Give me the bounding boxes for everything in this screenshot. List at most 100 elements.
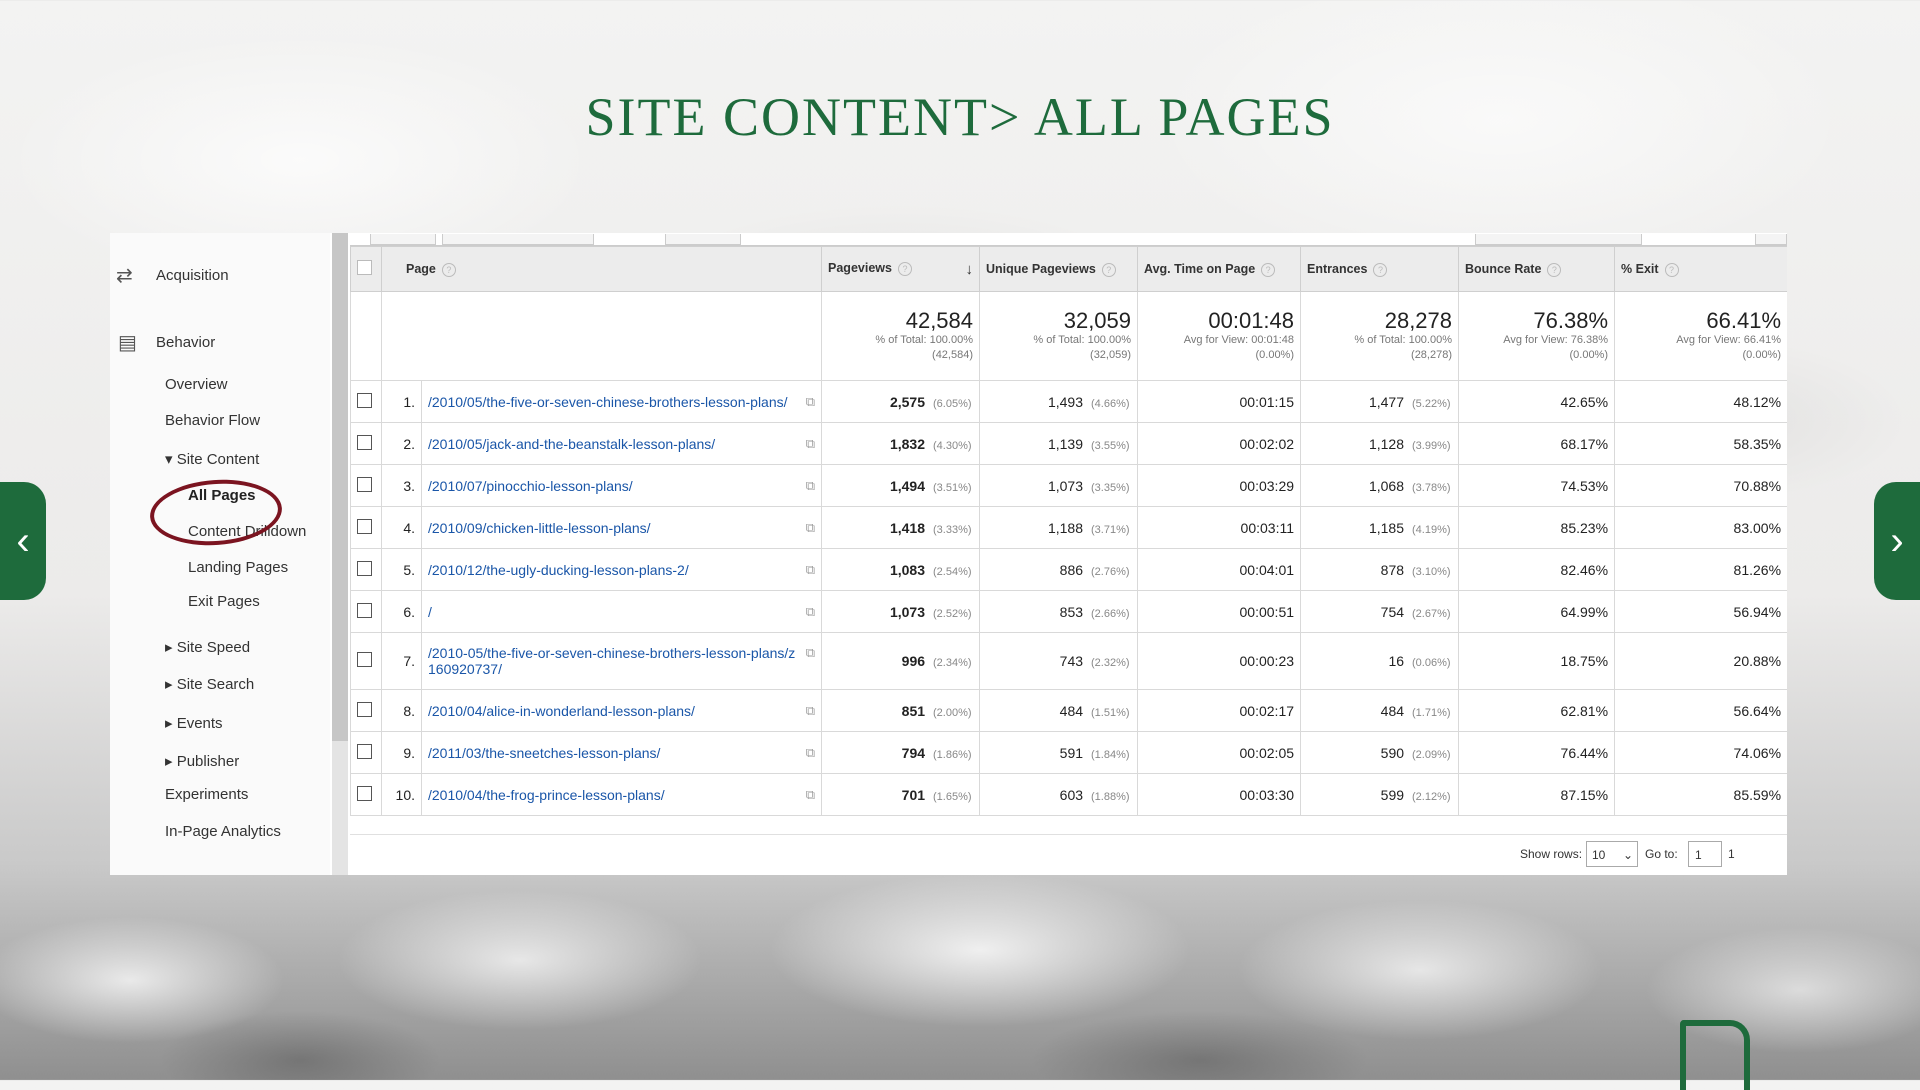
sidebar-item-events[interactable]: ▸ Events: [165, 714, 223, 732]
avg-time-cell: 00:02:05: [1137, 731, 1302, 774]
goto-input[interactable]: 1: [1688, 841, 1722, 867]
col-header-exit[interactable]: % Exit?: [1614, 246, 1787, 292]
pageviews-value: 1,832: [889, 435, 926, 452]
toolbar-stub: [442, 234, 594, 245]
external-link-icon[interactable]: ⧉: [806, 478, 815, 494]
external-link-icon[interactable]: ⧉: [806, 745, 815, 761]
row-checkbox-cell[interactable]: [350, 632, 382, 690]
sidebar-item-site-search[interactable]: ▸ Site Search: [165, 675, 254, 693]
help-icon[interactable]: ?: [1664, 262, 1679, 277]
external-link-icon[interactable]: ⧉: [806, 787, 815, 803]
sidebar-scrollbar[interactable]: [332, 233, 348, 875]
external-link-icon[interactable]: ⧉: [806, 436, 815, 452]
external-link-icon[interactable]: ⧉: [806, 520, 815, 536]
row-checkbox-cell[interactable]: [350, 548, 382, 591]
publisher-label: Publisher: [176, 753, 240, 770]
row-checkbox[interactable]: [357, 785, 372, 801]
entrances-cell: 1,128 (3.99%): [1300, 422, 1460, 465]
avg-time-cell: 00:00:51: [1137, 590, 1302, 633]
page-link[interactable]: /2010/05/jack-and-the-beanstalk-lesson-p…: [428, 436, 715, 452]
row-checkbox[interactable]: [357, 392, 372, 408]
page-link[interactable]: /2011/03/the-sneetches-lesson-plans/: [428, 745, 660, 761]
prev-slide-button[interactable]: ‹: [0, 482, 46, 600]
row-checkbox-cell[interactable]: [350, 506, 382, 549]
sidebar-item-site-content[interactable]: ▾ Site Content: [165, 450, 259, 468]
select-all-checkbox[interactable]: [357, 260, 372, 275]
row-checkbox[interactable]: [357, 602, 372, 618]
entrances-cell: 1,185 (4.19%): [1300, 506, 1460, 549]
next-slide-button[interactable]: ›: [1874, 482, 1920, 600]
row-checkbox-cell[interactable]: [350, 773, 382, 816]
row-checkbox-cell[interactable]: [350, 689, 382, 732]
sidebar-item-site-speed[interactable]: ▸ Site Speed: [165, 638, 250, 656]
row-checkbox[interactable]: [357, 652, 372, 667]
row-checkbox[interactable]: [357, 560, 372, 576]
behavior-icon: ▤: [118, 332, 137, 354]
help-icon[interactable]: ?: [1261, 262, 1276, 277]
page-link[interactable]: /2010/07/pinocchio-lesson-plans/: [428, 478, 633, 494]
help-icon[interactable]: ?: [1373, 262, 1388, 277]
pageviews-value: 1,083: [889, 561, 926, 578]
col-header-entrances[interactable]: Entrances?: [1300, 246, 1460, 292]
sidebar-item-landing-pages[interactable]: Landing Pages: [188, 559, 288, 576]
row-checkbox[interactable]: [357, 518, 372, 534]
page-link[interactable]: /2010/05/the-five-or-seven-chinese-broth…: [428, 394, 788, 410]
external-link-icon[interactable]: ⧉: [806, 645, 815, 661]
col-header-label: Unique Pageviews: [986, 261, 1096, 276]
row-checkbox[interactable]: [357, 476, 372, 492]
sidebar-item-overview[interactable]: Overview: [165, 376, 228, 393]
page-cell: ⧉ /2010/07/pinocchio-lesson-plans/: [420, 464, 823, 507]
external-link-icon[interactable]: ⧉: [806, 562, 815, 578]
col-header-unique-pageviews[interactable]: Unique Pageviews?: [979, 246, 1139, 292]
page-link[interactable]: /2010/04/the-frog-prince-lesson-plans/: [428, 787, 665, 803]
chevron-right-icon: ›: [1890, 519, 1904, 563]
scrollbar-thumb[interactable]: [332, 233, 348, 741]
external-link-icon[interactable]: ⧉: [806, 394, 815, 410]
help-icon[interactable]: ?: [897, 261, 912, 276]
unique-pageviews-pct: (2.76%): [1091, 565, 1130, 578]
row-checkbox-cell[interactable]: [350, 590, 382, 633]
page-link[interactable]: /2010/04/alice-in-wonderland-lesson-plan…: [428, 703, 695, 719]
row-checkbox[interactable]: [357, 701, 372, 717]
entrances-value: 1,477: [1368, 393, 1405, 410]
sidebar-item-behavior-flow[interactable]: Behavior Flow: [165, 412, 260, 429]
pageviews-value: 1,073: [889, 603, 926, 620]
page-link[interactable]: /2010-05/the-five-or-seven-chinese-broth…: [428, 645, 795, 677]
caret-right-icon: ▸: [165, 676, 177, 693]
row-checkbox-cell[interactable]: [350, 731, 382, 774]
sidebar-item-in-page-analytics[interactable]: In-Page Analytics: [165, 823, 281, 840]
page-link[interactable]: /2010/12/the-ugly-ducking-lesson-plans-2…: [428, 562, 689, 578]
row-index: 6.: [381, 590, 422, 633]
exit-cell: 48.12%: [1614, 380, 1787, 423]
select-all-cell[interactable]: [350, 246, 382, 292]
entrances-value: 599: [1380, 786, 1405, 803]
row-index: 9.: [381, 731, 422, 774]
entrances-pct: (2.09%): [1412, 748, 1451, 761]
help-icon[interactable]: ?: [1101, 262, 1116, 277]
sidebar-item-acquisition[interactable]: Acquisition: [156, 267, 229, 284]
row-checkbox[interactable]: [357, 434, 372, 450]
sidebar-item-behavior[interactable]: Behavior: [156, 334, 215, 351]
sidebar-item-exit-pages[interactable]: Exit Pages: [188, 593, 260, 610]
col-header-avg-time[interactable]: Avg. Time on Page?: [1137, 246, 1302, 292]
external-link-icon[interactable]: ⧉: [806, 604, 815, 620]
help-icon[interactable]: ?: [1547, 262, 1562, 277]
page-link[interactable]: /: [428, 604, 432, 620]
exit-cell: 58.35%: [1614, 422, 1787, 465]
external-link-icon[interactable]: ⧉: [806, 703, 815, 719]
col-header-page[interactable]: Page?: [380, 246, 823, 292]
sidebar-item-experiments[interactable]: Experiments: [165, 786, 248, 803]
row-checkbox[interactable]: [357, 743, 372, 759]
row-checkbox-cell[interactable]: [350, 464, 382, 507]
row-checkbox-cell[interactable]: [350, 380, 382, 423]
help-icon[interactable]: ?: [441, 262, 456, 277]
col-header-pageviews[interactable]: Pageviews? ↓: [821, 246, 981, 292]
row-checkbox-cell[interactable]: [350, 422, 382, 465]
page-link[interactable]: /2010/09/chicken-little-lesson-plans/: [428, 520, 651, 536]
col-header-bounce-rate[interactable]: Bounce Rate?: [1458, 246, 1616, 292]
unique-pageviews-cell: 484 (1.51%): [979, 689, 1139, 732]
sidebar-item-publisher[interactable]: ▸ Publisher: [165, 752, 239, 770]
sort-desc-icon[interactable]: ↓: [966, 261, 974, 278]
show-rows-select[interactable]: 10 ⌄: [1586, 841, 1638, 867]
entrances-cell: 590 (2.09%): [1300, 731, 1460, 774]
